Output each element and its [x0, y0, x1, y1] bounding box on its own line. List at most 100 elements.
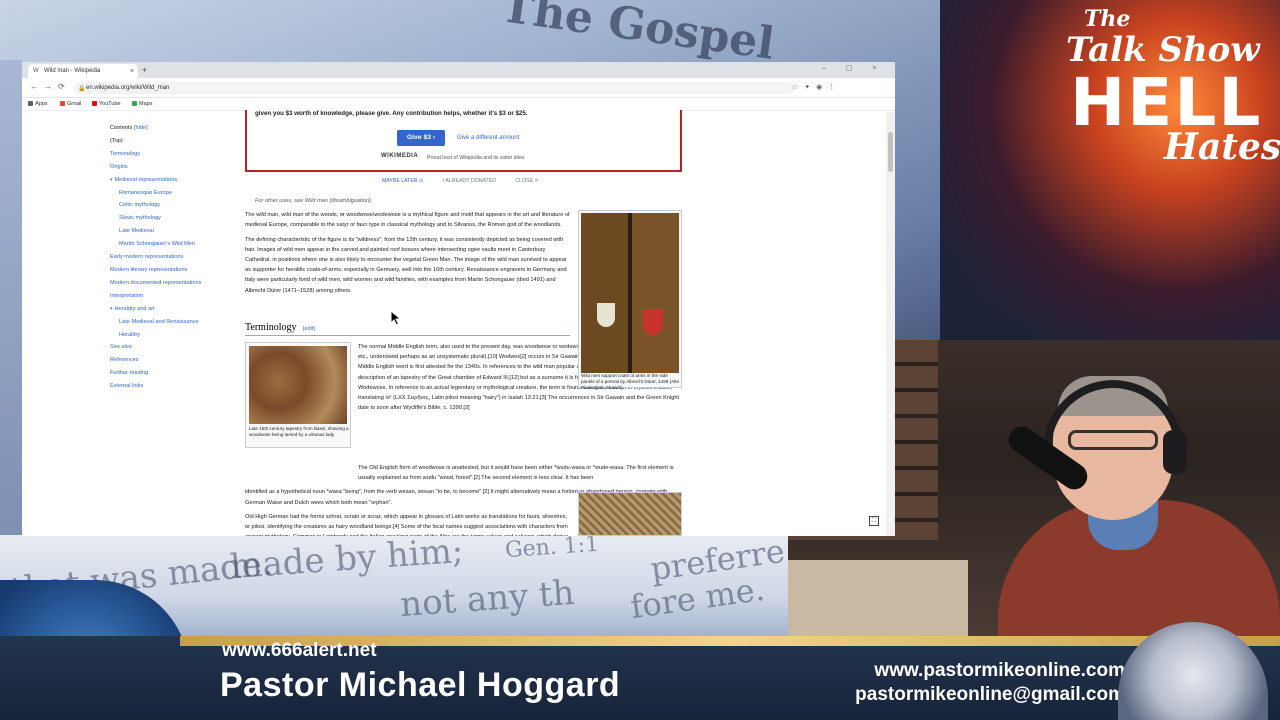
- tapestry-image[interactable]: [249, 346, 347, 424]
- contact-email: pastormikeonline@gmail.com: [855, 684, 1125, 705]
- toc-item[interactable]: Modern documented representations: [110, 277, 230, 290]
- toc-item[interactable]: Interpretation: [110, 290, 230, 303]
- toc-item[interactable]: (Top): [110, 135, 230, 148]
- logo-the: The: [1084, 6, 1131, 32]
- toc-item-label: External links: [110, 383, 144, 390]
- scripture-line: Gen. 1:1: [504, 535, 600, 564]
- wikimedia-tagline: Proud host of Wikipedia and its sister s…: [427, 155, 525, 161]
- toc-item[interactable]: Terminology: [110, 148, 230, 161]
- toc-item-label: References: [110, 357, 139, 364]
- engraving-image[interactable]: [578, 492, 682, 536]
- lock-icon[interactable]: 🔒: [78, 85, 85, 92]
- background-left-strip: [0, 60, 22, 540]
- toc-item[interactable]: Late Medieval and Renaissance: [110, 316, 230, 329]
- toc-item-label: Interpretation: [110, 292, 143, 299]
- bookmark-gmail[interactable]: Gmail: [60, 101, 81, 107]
- toc-item[interactable]: Romanesque Europe: [110, 187, 230, 200]
- toc-item[interactable]: Modern literary representations: [110, 264, 230, 277]
- youtube-icon: [92, 101, 97, 106]
- fullscreen-icon[interactable]: ⛶: [869, 516, 879, 526]
- toc-item-label: Heraldry and art: [114, 305, 155, 312]
- toc-item[interactable]: External links: [110, 380, 230, 393]
- page-scrollbar[interactable]: [886, 112, 895, 536]
- toc-item-label: Late Medieval and Renaissance: [119, 318, 199, 325]
- toc-item-label: Modern literary representations: [110, 266, 188, 273]
- donation-text: given you $3 worth of knowledge, please …: [255, 110, 528, 117]
- tapestry-figure[interactable]: Late 15th century tapestry from Basel, s…: [245, 342, 351, 448]
- contact-info: www.pastormikeonline.com pastormikeonlin…: [800, 660, 1125, 718]
- toc-item[interactable]: Origins: [110, 161, 230, 174]
- toc-header: Contents [hide]: [110, 122, 230, 135]
- bookmark-youtube[interactable]: YouTube: [92, 101, 121, 107]
- toc-item-label: Martin Schongauer's Wild Men: [119, 241, 195, 248]
- toc-item[interactable]: See also: [110, 341, 230, 354]
- toc-item-label: Late Medieval: [119, 228, 154, 235]
- toc-item[interactable]: ▾ Medieval representations: [110, 174, 230, 187]
- toc-item[interactable]: Early modern representations: [110, 251, 230, 264]
- toc-hide-link[interactable]: [hide]: [134, 125, 148, 131]
- article-lead: For other uses, see Wild man (disambigua…: [245, 196, 570, 300]
- tab-close-icon[interactable]: ×: [130, 68, 134, 75]
- table-of-contents: Contents [hide] (Top) Terminology Origins ▾…: [110, 122, 230, 393]
- tab-wild-man[interactable]: W Wild man - Wikipedia ×: [28, 64, 138, 78]
- toc-item[interactable]: Martin Schongauer's Wild Men: [110, 238, 230, 251]
- chevron-down-icon[interactable]: ▾: [110, 177, 113, 183]
- forward-icon[interactable]: →: [44, 82, 52, 91]
- hatnote: For other uses, see Wild man (disambigua…: [255, 198, 373, 204]
- overlay-site-url: www.666alert.net: [222, 640, 377, 661]
- toc-item-label: Heraldry: [119, 331, 141, 338]
- durer-portrait-image[interactable]: [581, 213, 679, 373]
- maybe-later-button[interactable]: MAYBE LATER ⊙: [382, 178, 423, 184]
- toc-item-label: Origins: [110, 163, 128, 170]
- durer-portrait-figure[interactable]: Wild men support coats of arms in the si…: [578, 210, 682, 390]
- already-donated-button[interactable]: I ALREADY DONATED: [443, 178, 496, 184]
- maps-icon: [132, 101, 137, 106]
- new-tab-button[interactable]: +: [142, 65, 147, 75]
- host-name: Pastor Michael Hoggard: [220, 666, 621, 704]
- toc-item[interactable]: Further reading: [110, 367, 230, 380]
- show-logo: The Talk Show HELL Hates: [1060, 4, 1280, 174]
- back-icon[interactable]: ←: [30, 82, 38, 91]
- extension-icons[interactable]: ☆✦◉⋮: [792, 83, 841, 91]
- toc-item[interactable]: Heraldry: [110, 329, 230, 342]
- toc-item-label: Modern documented representations: [110, 279, 202, 286]
- terminology-heading-text: Terminology: [245, 322, 297, 333]
- give-different-amount-link[interactable]: Give a different amount: [457, 135, 519, 141]
- bookmark-apps[interactable]: Apps: [28, 101, 48, 107]
- toc-item-label: Further reading: [110, 370, 149, 377]
- reload-icon[interactable]: ⟳: [58, 82, 65, 91]
- browser-window: W Wild man - Wikipedia × + – ▢ × ← → ⟳ e…: [22, 62, 895, 536]
- toc-item[interactable]: Slavic mythology: [110, 212, 230, 225]
- figure-caption: Wild men support coats of arms in the si…: [581, 373, 680, 390]
- toc-item[interactable]: Celtic mythology: [110, 199, 230, 212]
- give-3-dollars-button[interactable]: Give $3 ›: [397, 130, 445, 146]
- scrollbar-thumb[interactable]: [888, 132, 893, 172]
- lead-paragraph-1: The wild man, wild man of the woods, or …: [245, 212, 570, 229]
- toc-item-label: Terminology: [110, 150, 141, 157]
- wikipedia-page: Contents [hide] (Top) Terminology Origins ▾…: [22, 110, 895, 536]
- edit-section-link[interactable]: [edit]: [303, 326, 315, 332]
- chevron-down-icon[interactable]: ▾: [110, 306, 113, 312]
- close-banner-button[interactable]: CLOSE ✕: [515, 178, 538, 184]
- webcam-desk: [788, 560, 968, 636]
- contact-website: www.pastormikeonline.com: [874, 660, 1125, 681]
- scripture-line: not any th: [398, 572, 576, 626]
- logo-hates: Hates: [1164, 126, 1280, 168]
- toc-item-label: Celtic mythology: [119, 202, 161, 209]
- wikipedia-favicon-icon: W: [33, 68, 39, 74]
- address-bar[interactable]: en.wikipedia.org/wiki/Wild_man: [74, 82, 794, 94]
- lead-paragraph-2: The defining characteristic of the figur…: [245, 236, 567, 294]
- toc-item[interactable]: References: [110, 354, 230, 367]
- toc-item-label: Early modern representations: [110, 254, 184, 261]
- bookmark-maps[interactable]: Maps: [132, 101, 152, 107]
- toc-item-label: Romanesque Europe: [119, 189, 172, 196]
- toc-item[interactable]: Late Medieval: [110, 225, 230, 238]
- toc-item-label: Slavic mythology: [119, 215, 161, 222]
- toc-item[interactable]: ▾ Heraldry and art: [110, 303, 230, 316]
- tab-strip: W Wild man - Wikipedia × + – ▢ ×: [22, 62, 895, 78]
- banner-actions: MAYBE LATER ⊙ I ALREADY DONATED CLOSE ✕: [382, 178, 557, 184]
- toc-item-label: (Top): [110, 137, 123, 144]
- window-controls[interactable]: – ▢ ×: [822, 64, 885, 72]
- toc-list: (Top) Terminology Origins ▾ Medieval represe…: [110, 135, 230, 393]
- terminology-paragraph-4: Old High German had the forms schrat, sc…: [245, 513, 568, 536]
